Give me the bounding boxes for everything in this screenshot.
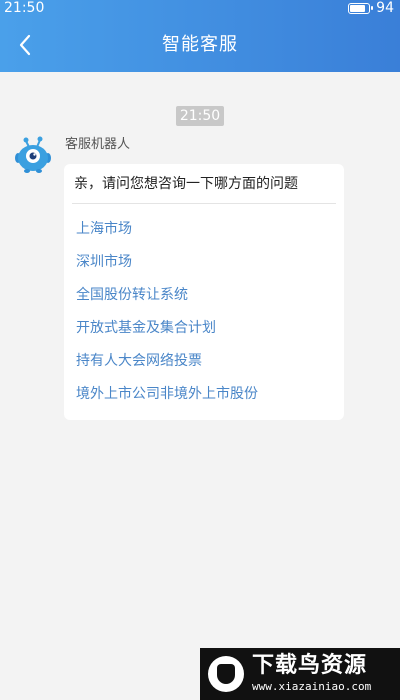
watermark: 下载鸟资源 www.xiazainiao.com [200,648,400,700]
status-bar: 21:50 94 [0,0,400,18]
divider [72,203,336,204]
watermark-url: www.xiazainiao.com [252,680,372,693]
status-time: 21:50 [4,0,45,16]
topic-option-shenzhen-market[interactable]: 深圳市场 [76,251,258,284]
topic-list: 上海市场 深圳市场 全国股份转让系统 开放式基金及集合计划 持有人大会网络投票 … [76,218,258,416]
nav-bar: 智能客服 [0,18,400,72]
battery-icon [348,3,373,14]
watermark-logo-icon [208,656,244,692]
watermark-title: 下载鸟资源 [252,653,368,678]
topic-option-neeq[interactable]: 全国股份转让系统 [76,284,258,317]
message-bubble: 亲，请问您想咨询一下哪方面的问题 上海市场 深圳市场 全国股份转让系统 开放式基… [64,164,344,420]
topic-option-shanghai-market[interactable]: 上海市场 [76,218,258,251]
chat-screen: 21:50 94 智能客服 21:50 客服机器人 亲，请问您想咨询一下哪方面的… [0,0,400,700]
app-header: 21:50 94 智能客服 [0,0,400,72]
topic-option-holder-meeting-voting[interactable]: 持有人大会网络投票 [76,350,258,383]
topic-option-open-end-funds[interactable]: 开放式基金及集合计划 [76,317,258,350]
battery-fill [350,5,365,12]
sender-name: 客服机器人 [65,137,131,152]
robot-avatar-icon [12,134,54,176]
page-title: 智能客服 [162,34,238,55]
topic-option-overseas-listed-shares[interactable]: 境外上市公司非境外上市股份 [76,383,258,416]
message-question: 亲，请问您想咨询一下哪方面的问题 [74,176,298,192]
battery-level: 94 [376,0,394,16]
message-timestamp: 21:50 [176,106,224,126]
